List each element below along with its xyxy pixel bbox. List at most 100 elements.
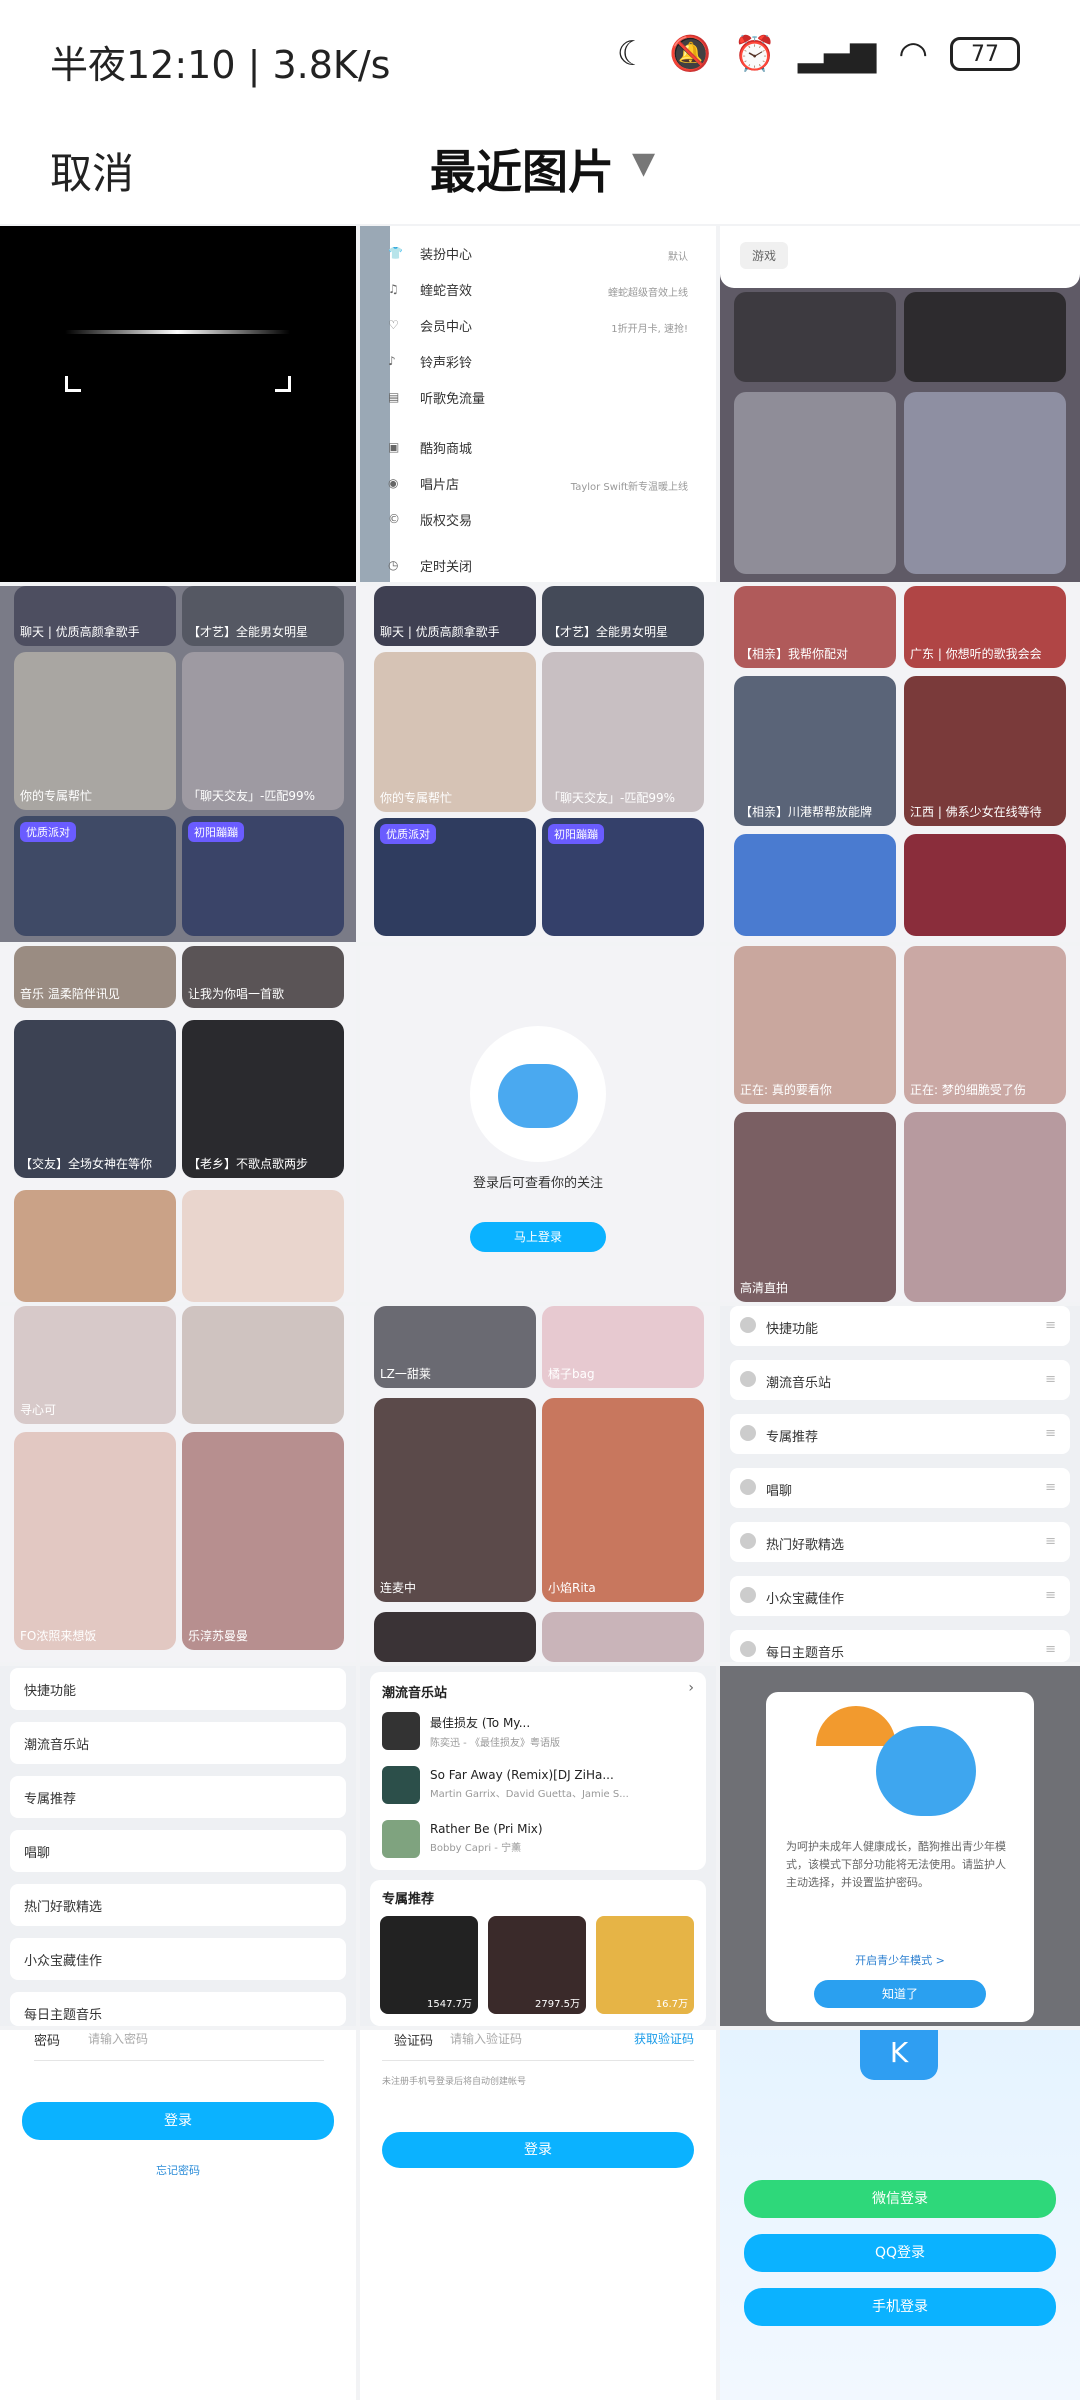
drag-handle-icon: ≡ xyxy=(1045,1372,1056,1387)
photo-card: 【相亲】川港帮帮放能牌 xyxy=(734,676,896,826)
card-badge: 初阳蹦蹦 xyxy=(548,824,604,844)
list-item: 唱聊 xyxy=(10,1830,346,1872)
phone-login-button[interactable]: 手机登录 xyxy=(744,2288,1056,2326)
playlist-cover[interactable]: 1547.7万 xyxy=(380,1916,478,2014)
chevron-down-icon[interactable]: ▼ xyxy=(632,146,655,181)
minus-icon xyxy=(740,1317,756,1333)
photo-thumbnail[interactable]: LZ一甜莱 橘子bag 连麦中 小焰Rita xyxy=(360,1306,716,1662)
photo-thumbnail[interactable]: 潮流音乐站 › 最佳损友 (To My... 陈奕迅 - 《最佳损友》粤语版 So… xyxy=(360,1666,716,2026)
menu-item: 定时关闭 xyxy=(420,560,473,575)
photo-thumbnail[interactable]: 密码 请输入密码 登录 忘记密码 xyxy=(0,2030,356,2400)
corner-mark xyxy=(65,376,81,392)
photo-thumbnail[interactable] xyxy=(0,226,356,582)
photo-thumbnail[interactable]: 为呵护未成年人健康成长，酷狗推出青少年模式，该模式下部分功能将无法使用。请监护人… xyxy=(720,1666,1080,2026)
login-button[interactable]: 登录 xyxy=(382,2132,694,2168)
song-row[interactable]: So Far Away (Remix)[DJ ZiHa... Martin Gar… xyxy=(430,1768,630,1800)
login-mascot xyxy=(470,1026,606,1162)
list-item: 潮流音乐站 xyxy=(10,1722,346,1764)
list-item: 专属推荐 ≡ xyxy=(730,1414,1070,1454)
photo-thumbnail[interactable]: 寻心可 FO浓照来想饭 乐淳苏曼曼 xyxy=(0,1306,356,1662)
photo-card: 初阳蹦蹦 xyxy=(182,816,344,936)
card-caption: FO浓照来想饭 xyxy=(20,1629,97,1643)
list-item-label: 每日主题音乐 xyxy=(766,1646,845,1661)
wechat-login-button[interactable]: 微信登录 xyxy=(744,2180,1056,2218)
photo-thumbnail[interactable]: 验证码 请输入验证码 获取验证码 未注册手机号登录后将自动创建帐号 登录 xyxy=(360,2030,716,2400)
card-badge: 优质派对 xyxy=(380,824,436,844)
photo-thumbnail[interactable]: 音乐 温柔陪伴讯见 让我为你唱一首歌 【交友】全场女神在等你 【老乡】不歌点歌两… xyxy=(0,946,356,1302)
album-title[interactable]: 最近图片 xyxy=(430,136,614,202)
photo-thumbnail[interactable]: 登录后可查看你的关注 马上登录 xyxy=(360,946,716,1302)
qq-login-button[interactable]: QQ登录 xyxy=(744,2234,1056,2272)
photo-thumbnail[interactable]: K 微信登录 QQ登录 手机登录 xyxy=(720,2030,1080,2400)
drag-handle-icon: ≡ xyxy=(1045,1426,1056,1441)
list-item: 快捷功能 ≡ xyxy=(730,1306,1070,1346)
password-field[interactable]: 请输入密码 xyxy=(88,2030,148,2047)
umbrella-mascot-icon xyxy=(816,1706,986,1826)
photo-card xyxy=(904,392,1066,574)
playlist-cover[interactable]: 16.7万 xyxy=(596,1916,694,2014)
card-caption: 正在: 梦的细脆受了伤 xyxy=(910,1083,1026,1097)
photo-thumbnail[interactable]: 快捷功能 ≡ 潮流音乐站 ≡ 专属推荐 ≡ 唱聊 ≡ 热门好歌精选 ≡ 小众宝藏佳作 ≡ 每… xyxy=(720,1306,1080,1662)
song-artist: Martin Garrix、David Guetta、Jamie S... xyxy=(430,1789,629,1800)
menu-item-note: Taylor Swift新专温暖上线 xyxy=(570,482,688,493)
list-item-label: 潮流音乐站 xyxy=(766,1376,832,1391)
photo-card: 小焰Rita xyxy=(542,1398,704,1602)
list-item: 小众宝藏佳作 ≡ xyxy=(730,1576,1070,1616)
list-item-label: 专属推荐 xyxy=(766,1430,819,1445)
minus-icon xyxy=(740,1479,756,1495)
cancel-button[interactable]: 取消 xyxy=(50,140,134,201)
list-item-label: 小众宝藏佳作 xyxy=(766,1592,845,1607)
signal-icon: ▂▄▆ xyxy=(797,34,877,74)
photo-card: 初阳蹦蹦 xyxy=(542,818,704,936)
card-caption: 正在: 真的要看你 xyxy=(740,1083,832,1097)
song-row[interactable]: Rather Be (Pri Mix) Bobby Capri - 宁薰 xyxy=(430,1822,630,1854)
battery-icon: 77 xyxy=(950,37,1020,71)
photo-card: 让我为你唱一首歌 xyxy=(182,946,344,1008)
photo-thumbnail[interactable]: 聊天 | 优质高颜拿歌手 【才艺】全能男女明星 你的专属帮忙 「聊天交友」-匹配… xyxy=(0,586,356,942)
scan-line xyxy=(65,330,290,334)
photo-thumbnail[interactable]: 正在: 真的要看你 正在: 梦的细脆受了伤 高清直拍 xyxy=(720,946,1080,1302)
drag-handle-icon: ≡ xyxy=(1045,1318,1056,1333)
drag-handle-icon: ≡ xyxy=(1045,1480,1056,1495)
card-caption: 【相亲】川港帮帮放能牌 xyxy=(740,805,873,819)
menu-item-note: 默认 xyxy=(668,252,688,263)
code-field[interactable]: 请输入验证码 xyxy=(450,2030,522,2047)
corner-mark xyxy=(275,376,291,392)
copyright-icon: © xyxy=(388,512,400,526)
bell-icon: ♪ xyxy=(388,354,396,368)
card-caption: 高清直拍 xyxy=(740,1281,789,1295)
list-item-label: 每日主题音乐 xyxy=(24,2008,103,2023)
photo-thumbnail[interactable]: 👕 装扮中心 默认 ♫ 蝰蛇音效 蝰蛇超级音效上线 ♡ 会员中心 1折开月卡, … xyxy=(360,226,716,582)
section-title: 潮流音乐站 xyxy=(382,1686,448,1701)
get-code-button[interactable]: 获取验证码 xyxy=(634,2030,694,2047)
side-strip xyxy=(360,226,390,582)
photo-thumbnail[interactable]: 【相亲】我帮你配对 广东 | 你想听的歌我会会 【相亲】川港帮帮放能牌 江西 |… xyxy=(720,586,1080,942)
mascot-icon xyxy=(498,1064,578,1128)
list-item: 快捷功能 xyxy=(10,1668,346,1710)
photo-card xyxy=(374,1612,536,1662)
menu-item: 会员中心 xyxy=(420,320,473,335)
login-now-button[interactable]: 马上登录 xyxy=(470,1222,606,1252)
playlist-cover[interactable]: 2797.5万 xyxy=(488,1916,586,2014)
status-time: 半夜12:10 | 3.8K/s xyxy=(50,43,391,87)
list-item: 热门好歌精选 xyxy=(10,1884,346,1926)
card-badge: 初阳蹦蹦 xyxy=(188,822,244,842)
photo-card: 【老乡】不歌点歌两步 xyxy=(182,1020,344,1178)
photo-thumbnail[interactable]: 游戏 xyxy=(720,226,1080,582)
forgot-password-link[interactable]: 忘记密码 xyxy=(0,2162,356,2178)
divider xyxy=(382,2060,694,2061)
song-row[interactable]: 最佳损友 (To My... 陈奕迅 - 《最佳损友》粤语版 xyxy=(430,1714,630,1749)
acknowledge-button[interactable]: 知道了 xyxy=(814,1980,986,2008)
photo-thumbnail[interactable]: 聊天 | 优质高颜拿歌手 【才艺】全能男女明星 你的专属帮忙 「聊天交友」-匹配… xyxy=(360,586,716,942)
photo-card: 橘子bag xyxy=(542,1306,704,1388)
photo-thumbnail[interactable]: 快捷功能 潮流音乐站 专属推荐 唱聊 热门好歌精选 小众宝藏佳作 每日主题音乐 xyxy=(0,1666,356,2026)
chevron-right-icon[interactable]: › xyxy=(688,1680,694,1696)
youth-mode-link[interactable]: 开启青少年模式 > xyxy=(766,1952,1034,1968)
card-caption: 【才艺】全能男女明星 xyxy=(548,625,669,639)
umbrella-icon xyxy=(816,1706,896,1746)
list-item-label: 潮流音乐站 xyxy=(24,1738,90,1753)
menu-item: 蝰蛇音效 xyxy=(420,284,473,299)
photo-card: 寻心可 xyxy=(14,1306,176,1424)
photo-card xyxy=(182,1190,344,1302)
login-button[interactable]: 登录 xyxy=(22,2102,334,2140)
